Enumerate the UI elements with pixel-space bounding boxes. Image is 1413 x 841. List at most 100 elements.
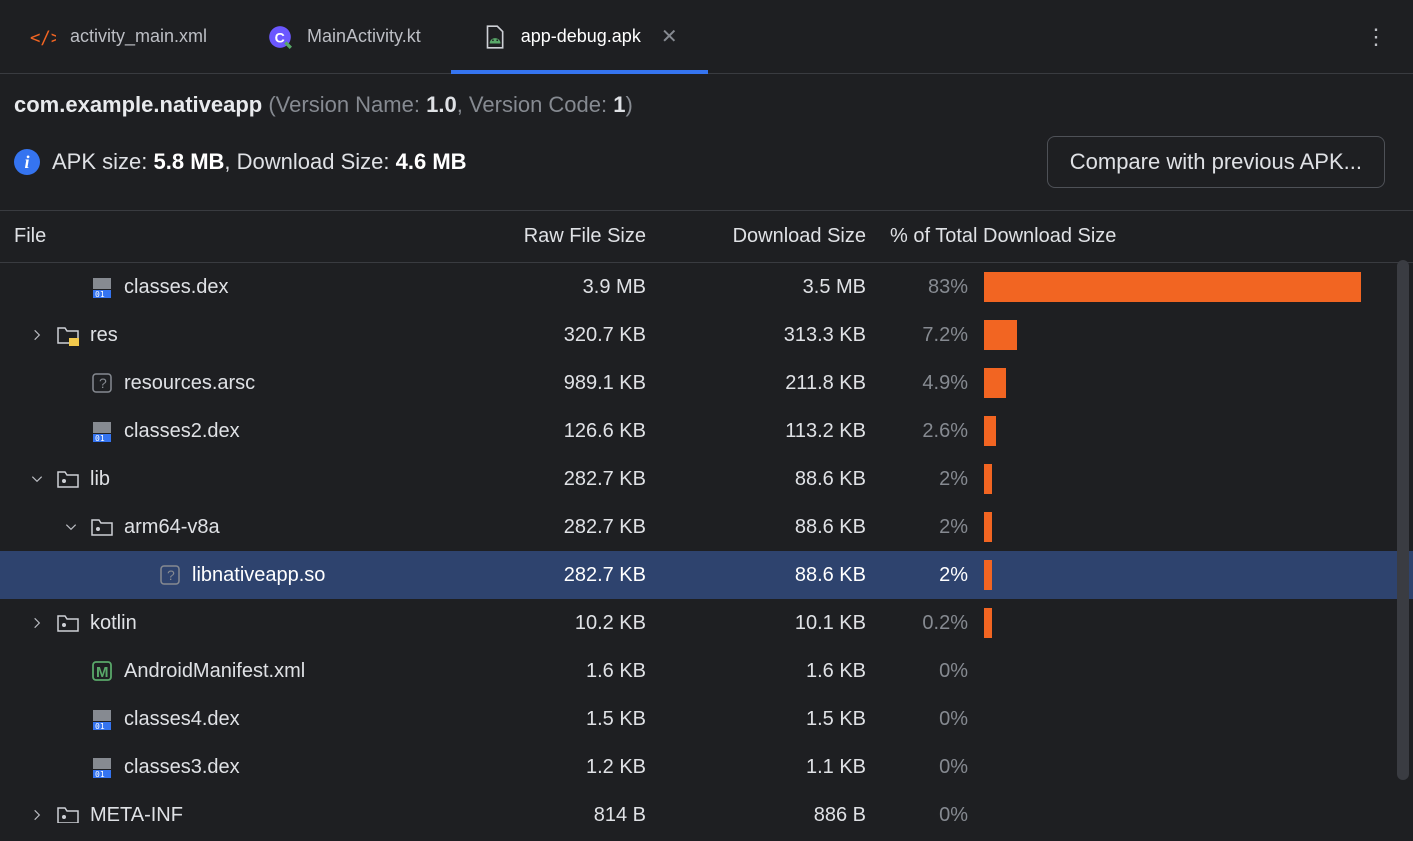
column-download-size[interactable]: Download Size: [660, 225, 880, 248]
file-name: META-INF: [90, 804, 183, 824]
raw-size-cell: 814 B: [460, 804, 660, 824]
bar-cell: [980, 272, 1391, 302]
question-icon: ?: [90, 371, 114, 395]
raw-size-cell: 282.7 KB: [460, 516, 660, 539]
percentage-bar: [984, 320, 1017, 350]
xml-file-icon: </>: [30, 24, 56, 50]
pct-cell: 2%: [880, 468, 980, 491]
download-size-cell: 1.5 KB: [660, 708, 880, 731]
pct-cell: 83%: [880, 276, 980, 299]
tab-app-debug-apk[interactable]: app-debug.apk ✕: [451, 0, 708, 73]
download-size-cell: 211.8 KB: [660, 372, 880, 395]
version-name-value: 1.0: [426, 92, 457, 117]
overflow-menu-icon[interactable]: ⋮: [1341, 24, 1413, 50]
file-name: resources.arsc: [124, 372, 255, 395]
chevron-right-icon[interactable]: [28, 808, 46, 822]
raw-size-cell: 282.7 KB: [460, 468, 660, 491]
bar-cell: [980, 800, 1391, 823]
tab-main-activity[interactable]: C MainActivity.kt: [237, 0, 451, 73]
question-icon: ?: [158, 563, 182, 587]
file-name: classes3.dex: [124, 756, 240, 779]
folder-r-icon: [56, 323, 80, 347]
download-size-cell: 10.1 KB: [660, 612, 880, 635]
svg-text:?: ?: [167, 567, 175, 583]
file-rows[interactable]: 01classes.dex3.9 MB3.5 MB83%res320.7 KB3…: [0, 263, 1413, 823]
pct-cell: 4.9%: [880, 372, 980, 395]
tab-label: MainActivity.kt: [307, 26, 421, 47]
file-cell: MAndroidManifest.xml: [0, 659, 460, 683]
file-name: arm64-v8a: [124, 516, 220, 539]
pct-cell: 0.2%: [880, 612, 980, 635]
download-size-cell: 1.1 KB: [660, 756, 880, 779]
file-name: classes.dex: [124, 276, 229, 299]
table-row[interactable]: 01classes3.dex1.2 KB1.1 KB0%: [0, 743, 1413, 791]
bar-cell: [980, 512, 1391, 542]
table-row[interactable]: res320.7 KB313.3 KB7.2%: [0, 311, 1413, 359]
table-row[interactable]: arm64-v8a 282.7 KB88.6 KB2%: [0, 503, 1413, 551]
pct-cell: 2.6%: [880, 420, 980, 443]
table-row[interactable]: META-INF 814 B886 B0%: [0, 791, 1413, 823]
file-name: kotlin: [90, 612, 137, 635]
table-row[interactable]: kotlin 10.2 KB10.1 KB0.2%: [0, 599, 1413, 647]
file-cell: 01classes3.dex: [0, 755, 460, 779]
version-code-value: 1: [613, 92, 625, 117]
manifest-icon: M: [90, 659, 114, 683]
percentage-bar: [984, 464, 992, 494]
table-row[interactable]: ?libnativeapp.so282.7 KB88.6 KB2%: [0, 551, 1413, 599]
chevron-down-icon[interactable]: [28, 472, 46, 486]
tab-activity-main[interactable]: </> activity_main.xml: [0, 0, 237, 73]
download-size-cell: 88.6 KB: [660, 468, 880, 491]
bar-cell: [980, 656, 1391, 686]
column-file[interactable]: File: [0, 225, 460, 248]
download-size-label: Download Size:: [237, 149, 390, 174]
file-cell: lib: [0, 467, 460, 491]
pct-cell: 2%: [880, 516, 980, 539]
version-name-label: Version Name:: [276, 92, 420, 117]
bar-cell: [980, 752, 1391, 782]
tab-label: activity_main.xml: [70, 26, 207, 47]
bar-cell: [980, 416, 1391, 446]
percentage-bar: [984, 512, 992, 542]
column-pct-download[interactable]: % of Total Download Size: [880, 225, 1391, 248]
dex-icon: 01: [90, 275, 114, 299]
file-cell: 01classes4.dex: [0, 707, 460, 731]
bar-cell: [980, 368, 1391, 398]
percentage-bar: [984, 272, 1361, 302]
folder-d-icon: [56, 611, 80, 635]
pct-cell: 0%: [880, 804, 980, 824]
download-size-cell: 88.6 KB: [660, 516, 880, 539]
file-cell: 01classes2.dex: [0, 419, 460, 443]
folder-d-icon: [56, 467, 80, 491]
table-row[interactable]: MAndroidManifest.xml1.6 KB1.6 KB0%: [0, 647, 1413, 695]
download-size-cell: 113.2 KB: [660, 420, 880, 443]
dex-icon: 01: [90, 419, 114, 443]
percentage-bar: [984, 560, 992, 590]
table-row[interactable]: ?resources.arsc989.1 KB211.8 KB4.9%: [0, 359, 1413, 407]
svg-text:?: ?: [99, 375, 107, 391]
raw-size-cell: 10.2 KB: [460, 612, 660, 635]
raw-size-cell: 1.2 KB: [460, 756, 660, 779]
table-row[interactable]: 01classes2.dex126.6 KB113.2 KB2.6%: [0, 407, 1413, 455]
download-size-cell: 88.6 KB: [660, 564, 880, 587]
chevron-right-icon[interactable]: [28, 328, 46, 342]
pct-cell: 2%: [880, 564, 980, 587]
svg-text:M: M: [96, 664, 109, 681]
chevron-down-icon[interactable]: [62, 520, 80, 534]
scrollbar-thumb[interactable]: [1397, 260, 1409, 780]
compare-apk-button[interactable]: Compare with previous APK...: [1047, 136, 1385, 188]
file-cell: 01 classes.dex: [0, 275, 460, 299]
table-row[interactable]: 01classes4.dex1.5 KB1.5 KB0%: [0, 695, 1413, 743]
table-row[interactable]: lib282.7 KB88.6 KB2%: [0, 455, 1413, 503]
pct-cell: 7.2%: [880, 324, 980, 347]
column-raw-size[interactable]: Raw File Size: [460, 225, 660, 248]
chevron-right-icon[interactable]: [28, 616, 46, 630]
info-icon: i: [14, 149, 40, 175]
file-name: classes4.dex: [124, 708, 240, 731]
close-icon[interactable]: ✕: [661, 24, 678, 49]
table-row[interactable]: 01classes.dex3.9 MB3.5 MB83%: [0, 263, 1413, 311]
raw-size-cell: 126.6 KB: [460, 420, 660, 443]
file-cell: ? resources.arsc: [0, 371, 460, 395]
editor-tabs: </> activity_main.xml C MainActivity.kt …: [0, 0, 1413, 74]
download-size-cell: 886 B: [660, 804, 880, 824]
apk-size-label: APK size:: [52, 149, 147, 174]
